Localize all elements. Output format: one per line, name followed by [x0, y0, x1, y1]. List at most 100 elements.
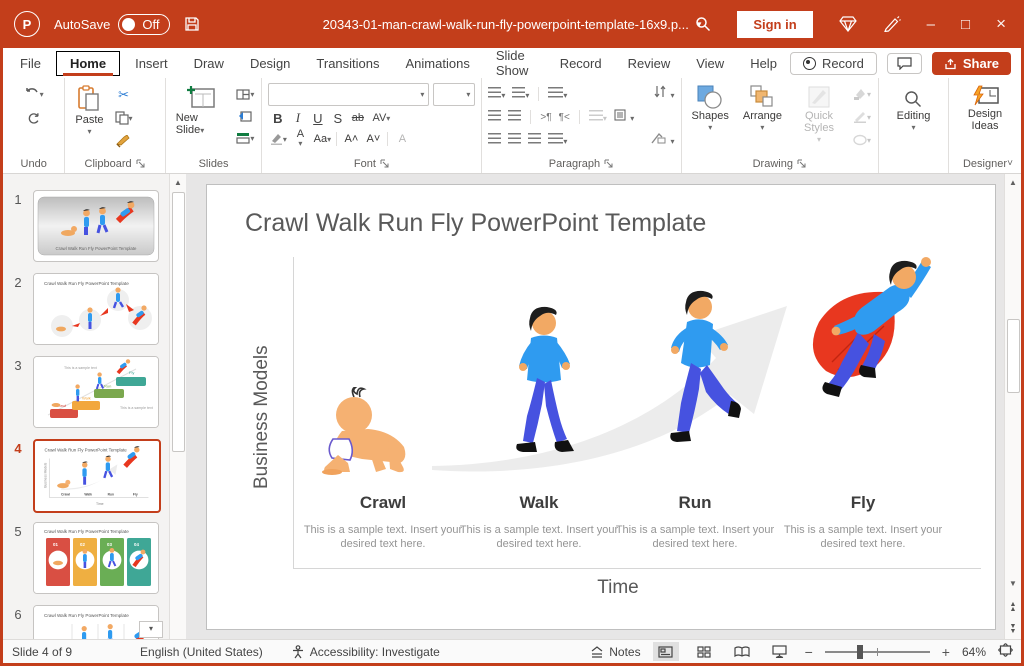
font-name-select[interactable] — [268, 83, 430, 106]
editing-button[interactable]: Editing — [893, 87, 935, 134]
thumb-scroll-up-icon[interactable]: ▲ — [170, 178, 186, 187]
thumbnail-scrollbar[interactable]: ▲ — [169, 174, 186, 640]
stage-label-crawl[interactable]: Crawl — [303, 493, 463, 513]
scroll-thumb[interactable] — [1007, 319, 1020, 393]
ltr-button[interactable]: >¶ — [540, 112, 551, 123]
slide-indicator[interactable]: Slide 4 of 9 — [12, 645, 72, 659]
drawing-dialog-launcher[interactable] — [797, 159, 807, 169]
align-right-button[interactable] — [528, 131, 542, 149]
scroll-up-icon[interactable]: ▲ — [1005, 178, 1021, 187]
highlight-color-button[interactable] — [268, 130, 288, 148]
increase-indent-button[interactable] — [508, 108, 522, 126]
quick-styles-button[interactable]: Quick Styles — [792, 83, 846, 146]
search-icon[interactable] — [695, 16, 711, 32]
change-case-button[interactable]: Aa — [312, 130, 332, 148]
tab-slide-show[interactable]: Slide Show — [483, 44, 547, 82]
decrease-indent-button[interactable] — [488, 108, 502, 126]
reset-button[interactable] — [235, 107, 255, 125]
design-ideas-button[interactable]: Design Ideas — [955, 83, 1015, 134]
maximize-button[interactable]: □ — [961, 16, 970, 33]
stage-desc-crawl[interactable]: This is a sample text. Insert your desir… — [302, 523, 464, 551]
smartart-button[interactable] — [651, 131, 674, 149]
decrease-font-button[interactable]: A˅ — [363, 130, 383, 148]
powerpoint-app-icon[interactable]: P — [14, 11, 40, 37]
italic-button[interactable]: I — [288, 110, 307, 126]
slide-sorter-button[interactable] — [691, 642, 717, 661]
comments-button[interactable] — [886, 52, 922, 74]
y-axis-label[interactable]: Business Models — [249, 305, 275, 530]
align-text-button[interactable] — [614, 108, 634, 126]
clear-formatting-button[interactable]: A — [392, 130, 412, 148]
text-direction-button[interactable] — [654, 85, 674, 103]
save-icon[interactable] — [184, 16, 200, 32]
zoom-slider-thumb[interactable] — [856, 644, 863, 659]
crawl-baby-figure[interactable] — [302, 387, 437, 477]
previous-slide-button[interactable]: ▲ ▲ — [1005, 601, 1021, 613]
fly-man-figure[interactable] — [792, 252, 937, 407]
paragraph-dialog-launcher[interactable] — [604, 159, 614, 169]
tab-record[interactable]: Record — [547, 52, 615, 75]
slide-thumbnail-3[interactable]: This is a sample text This is a sample t… — [33, 356, 159, 428]
tab-file[interactable]: File — [7, 52, 54, 75]
font-color-button[interactable]: A — [290, 129, 310, 148]
minimize-button[interactable]: – — [927, 16, 935, 33]
zoom-out-button[interactable]: − — [805, 644, 813, 660]
thumbnail-pane-collapse-button[interactable]: ▾ — [139, 621, 163, 638]
tab-draw[interactable]: Draw — [181, 52, 237, 75]
stage-desc-walk[interactable]: This is a sample text. Insert your desir… — [458, 523, 620, 551]
collapse-ribbon-chevron-icon[interactable]: ˅ — [1007, 158, 1013, 169]
fit-slide-button[interactable] — [998, 643, 1013, 660]
tab-review[interactable]: Review — [615, 52, 684, 75]
slide-title[interactable]: Crawl Walk Run Fly PowerPoint Template — [245, 209, 706, 238]
canvas-scrollbar[interactable]: ▲ ▼ ▲ ▲ ▼ ▼ — [1004, 174, 1021, 640]
zoom-level[interactable]: 64% — [962, 645, 986, 659]
shape-effects-button[interactable] — [852, 131, 872, 149]
stage-label-walk[interactable]: Walk — [459, 493, 619, 513]
arrange-button[interactable]: Arrange — [739, 83, 786, 134]
diamond-icon[interactable] — [838, 16, 857, 32]
slide-thumbnail-5[interactable]: Crawl Walk Run Fly PowerPoint Template 0… — [33, 522, 159, 594]
language-indicator[interactable]: English (United States) — [140, 645, 263, 659]
zoom-in-button[interactable]: + — [942, 644, 950, 660]
shapes-button[interactable]: Shapes — [688, 83, 733, 134]
font-dialog-launcher[interactable] — [380, 159, 390, 169]
record-button[interactable]: Record — [789, 51, 877, 75]
layout-button[interactable] — [235, 85, 255, 103]
justify-button[interactable] — [548, 131, 567, 149]
increase-font-button[interactable]: A˄ — [341, 130, 361, 148]
align-center-button[interactable] — [508, 131, 522, 149]
reading-view-button[interactable] — [729, 642, 755, 661]
character-spacing-button[interactable]: AV — [368, 112, 394, 124]
cut-button[interactable]: ✂ — [114, 86, 134, 104]
tab-view[interactable]: View — [683, 52, 737, 75]
bullets-button[interactable] — [488, 85, 505, 103]
numbering-button[interactable] — [512, 85, 529, 103]
zoom-slider[interactable] — [824, 644, 930, 659]
tab-transitions[interactable]: Transitions — [303, 52, 392, 75]
notes-button[interactable]: Notes — [590, 645, 641, 659]
shape-fill-button[interactable] — [852, 85, 872, 103]
new-slide-button[interactable]: New Slide — [172, 83, 230, 138]
align-left-button[interactable] — [488, 131, 502, 149]
stage-label-run[interactable]: Run — [615, 493, 775, 513]
share-button[interactable]: Share — [931, 51, 1011, 75]
strikethrough-button[interactable]: ab — [348, 112, 367, 124]
tab-animations[interactable]: Animations — [393, 52, 483, 75]
tab-insert[interactable]: Insert — [122, 52, 181, 75]
tab-home[interactable]: Home — [55, 50, 121, 76]
walk-man-figure[interactable] — [499, 304, 579, 464]
tab-help[interactable]: Help — [737, 52, 790, 75]
normal-view-button[interactable] — [652, 642, 679, 661]
shadow-button[interactable]: S — [328, 111, 347, 126]
underline-button[interactable]: U — [308, 111, 327, 126]
slide-thumbnail-4-selected[interactable]: Crawl Walk Run Fly PowerPoint Template B… — [33, 439, 161, 513]
x-axis-label[interactable]: Time — [293, 577, 943, 599]
font-size-select[interactable] — [433, 83, 476, 106]
paste-button[interactable]: Paste — [71, 83, 107, 138]
current-slide[interactable]: Crawl Walk Run Fly PowerPoint Template B… — [206, 184, 996, 630]
format-painter-button[interactable] — [114, 132, 134, 150]
stage-desc-fly[interactable]: This is a sample text. Insert your desir… — [782, 523, 944, 551]
stage-label-fly[interactable]: Fly — [783, 493, 943, 513]
redo-button[interactable] — [24, 109, 44, 127]
scroll-down-icon[interactable]: ▼ — [1005, 579, 1021, 588]
